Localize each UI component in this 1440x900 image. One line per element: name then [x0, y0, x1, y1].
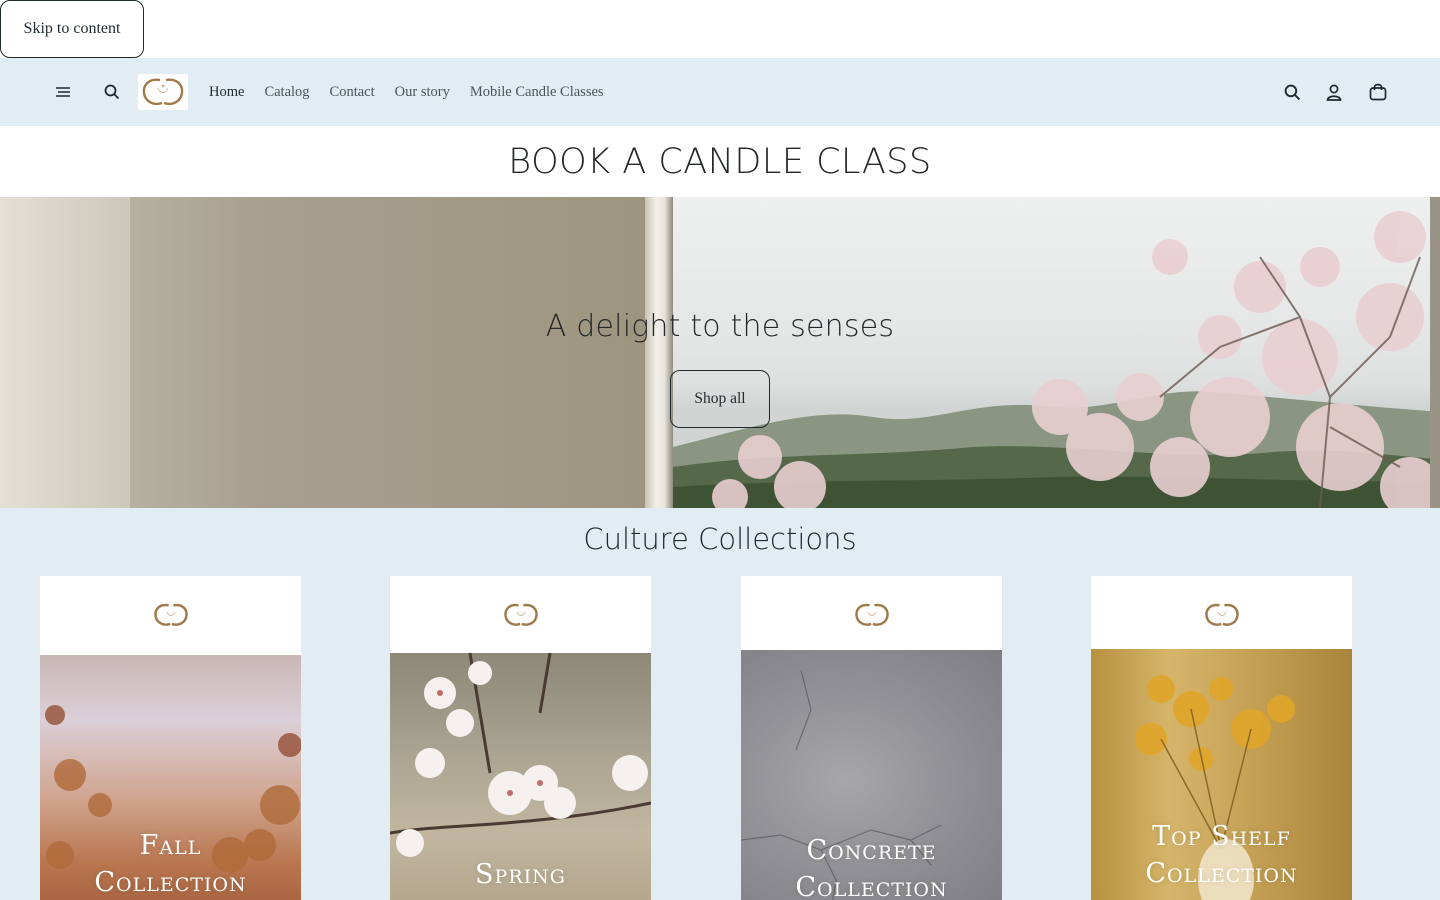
spring-collection-label: Spring [475, 859, 566, 890]
logo-mark-icon [153, 603, 188, 626]
menu-icon[interactable] [49, 78, 77, 106]
logo-mark-icon [142, 78, 184, 106]
main-nav: Home Catalog Contact Our story Mobile Ca… [209, 58, 624, 126]
fall-collection-label: Fall Collection [94, 830, 247, 898]
search-icon[interactable] [98, 78, 126, 106]
nav-home[interactable]: Home [209, 84, 244, 101]
culture-collections: Culture Collections Fall Collection Spri… [0, 508, 1440, 900]
card-logo [390, 602, 651, 628]
nav-mobile-candle-classes[interactable]: Mobile Candle Classes [470, 84, 604, 101]
site-header: Home Catalog Contact Our story Mobile Ca… [0, 58, 1440, 126]
header-search-icon[interactable] [1278, 78, 1306, 106]
collection-card-spring[interactable]: Spring [390, 576, 651, 900]
nav-contact[interactable]: Contact [330, 84, 375, 101]
collection-card-fall[interactable]: Fall Collection [40, 576, 301, 900]
skip-bar: Skip to content [0, 0, 1440, 58]
nav-our-story[interactable]: Our story [395, 84, 450, 101]
shop-all-button[interactable]: Shop all [670, 370, 770, 428]
card-logo [741, 602, 1002, 628]
card-logo [40, 602, 301, 628]
hero-heading: A delight to the senses [545, 309, 895, 344]
account-icon[interactable] [1320, 78, 1348, 106]
hero-content: A delight to the senses Shop all [0, 197, 1440, 508]
collection-card-top-shelf[interactable]: Top Shelf Collection [1091, 576, 1352, 900]
nav-catalog[interactable]: Catalog [264, 84, 309, 101]
skip-to-content-link[interactable]: Skip to content [0, 0, 144, 58]
logo-mark-icon [1204, 603, 1239, 626]
concrete-collection-label: Concrete Collection [795, 835, 948, 900]
hero-banner: A delight to the senses Shop all [0, 197, 1440, 508]
card-logo [1091, 602, 1352, 628]
cart-icon[interactable] [1364, 78, 1392, 106]
top-shelf-collection-label: Top Shelf Collection [1145, 821, 1298, 889]
collection-card-concrete[interactable]: Concrete Collection [741, 576, 1002, 900]
announcement-title: BOOK A CANDLE CLASS [0, 126, 1440, 197]
logo-mark-icon [854, 603, 889, 626]
logo[interactable] [138, 74, 188, 110]
collections-title: Culture Collections [583, 522, 857, 556]
logo-mark-icon [503, 603, 538, 626]
page-title[interactable]: BOOK A CANDLE CLASS [508, 142, 931, 182]
